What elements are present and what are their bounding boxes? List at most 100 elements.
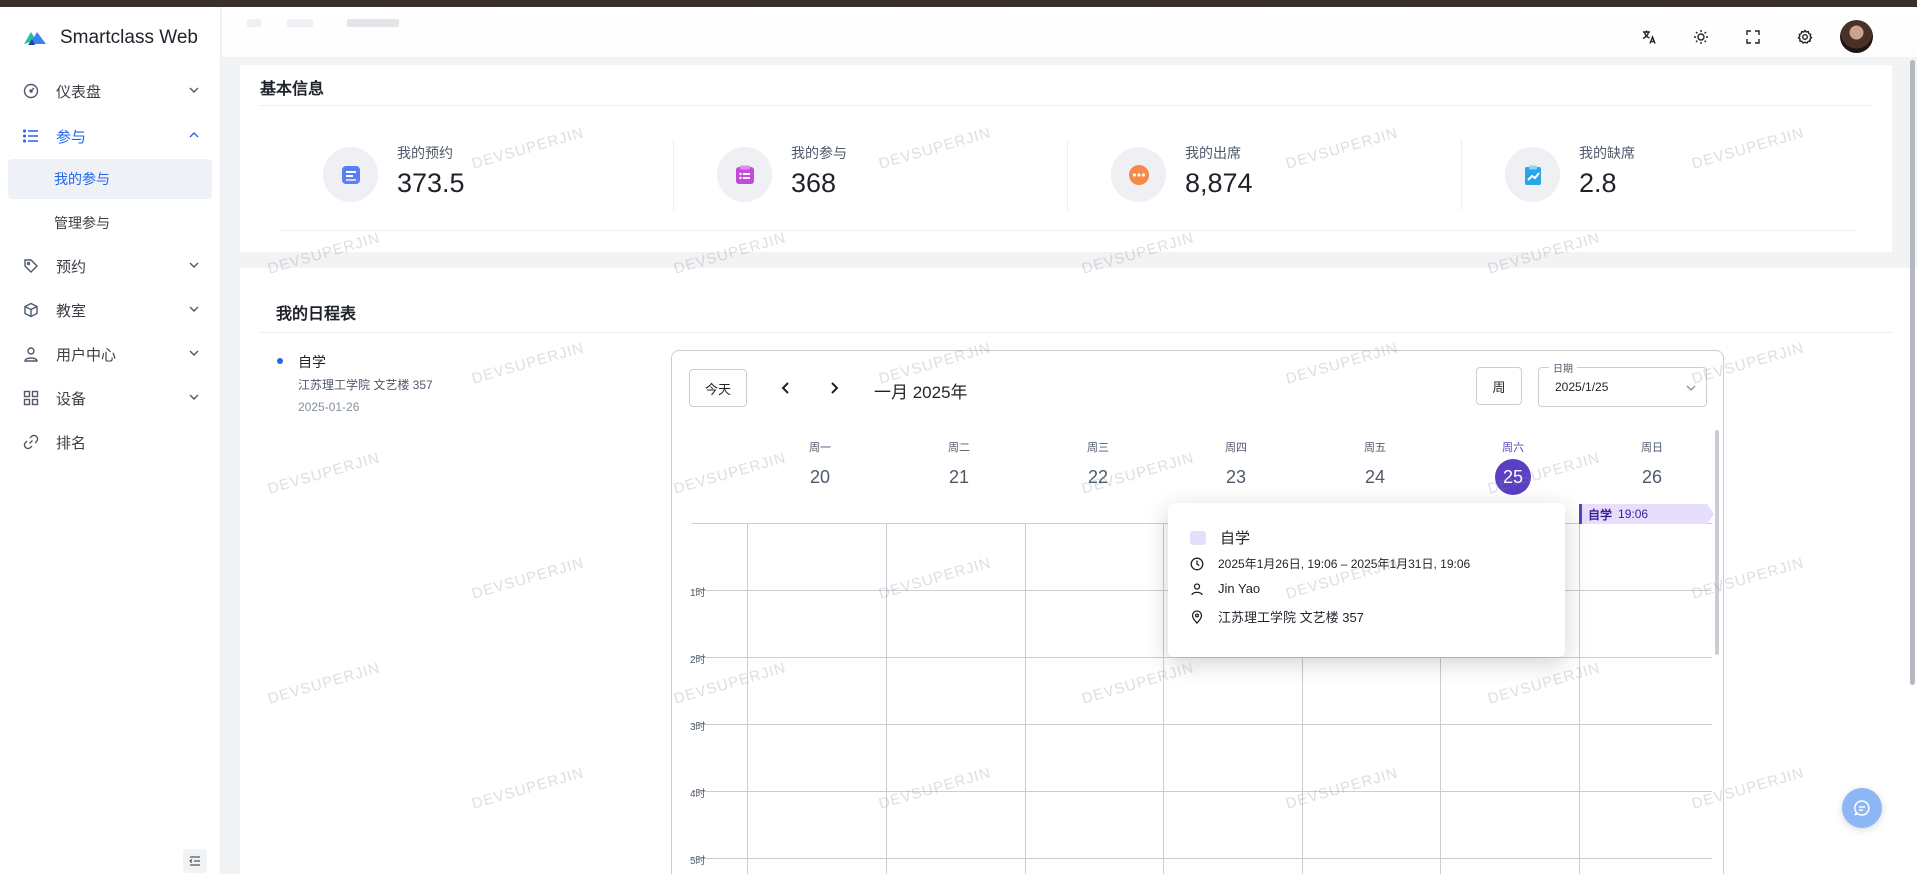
stat-value: 373.5 <box>397 168 465 198</box>
grid-line <box>886 523 887 874</box>
grid-line <box>1579 523 1580 874</box>
user-icon <box>22 345 40 363</box>
stat-value: 8,874 <box>1185 168 1253 198</box>
sidebar-item-label: 参与 <box>56 128 87 146</box>
popover-title: 自学 <box>1220 530 1251 547</box>
breadcrumb-parent[interactable] <box>287 19 313 27</box>
chevron-down-icon <box>189 350 199 356</box>
popover-person-row: Jin Yao <box>1190 581 1260 596</box>
participation-stat-icon <box>717 147 772 202</box>
date-picker[interactable]: 日期 2025/1/25 <box>1538 360 1707 407</box>
event-color-swatch <box>1190 530 1206 545</box>
app-logo[interactable]: Smartclass Web <box>22 27 198 49</box>
chevron-down-icon <box>189 394 199 400</box>
day-name: 周六 <box>1502 442 1524 454</box>
chat-fab-button[interactable] <box>1842 788 1882 828</box>
stat-divider <box>1067 140 1068 210</box>
day-header[interactable]: 周二 21 <box>890 439 1028 493</box>
popover-person: Jin Yao <box>1218 581 1261 596</box>
day-name: 周一 <box>809 442 831 454</box>
prev-week-button[interactable] <box>780 381 792 400</box>
card-title: 基本信息 <box>260 81 325 98</box>
page-scrollbar[interactable] <box>1910 60 1915 685</box>
dashboard-icon <box>22 82 40 100</box>
fullscreen-icon[interactable] <box>1742 26 1764 48</box>
chat-icon <box>1854 800 1870 816</box>
sidebar-item-ranking[interactable]: 排名 <box>8 423 212 461</box>
card-title: 我的日程表 <box>276 306 357 323</box>
day-header[interactable]: 周四 23 <box>1167 439 1305 493</box>
day-header-today[interactable]: 周六 25 <box>1444 439 1582 495</box>
next-week-button[interactable] <box>828 381 840 400</box>
grid-icon <box>22 389 40 407</box>
calendar-scrollbar[interactable] <box>1715 430 1719 655</box>
day-header[interactable]: 周三 22 <box>1029 439 1167 493</box>
chevron-down-icon <box>1686 385 1696 391</box>
sidebar-subitem-manage-participation[interactable]: 管理参与 <box>8 203 212 243</box>
event-chip-title: 自学 <box>1588 507 1613 522</box>
popover-location: 江苏理工学院 文艺楼 357 <box>1218 610 1364 625</box>
sidebar-subitem-label: 管理参与 <box>54 215 110 231</box>
day-header[interactable]: 周一 20 <box>751 439 889 493</box>
popover-time-range: 2025年1月26日, 19:06 – 2025年1月31日, 19:06 <box>1218 557 1471 571</box>
day-number: 20 <box>809 467 831 487</box>
day-header[interactable]: 周日 26 <box>1583 439 1721 493</box>
today-button[interactable]: 今天 <box>689 369 747 407</box>
location-pin-icon <box>1191 609 1203 624</box>
chevron-up-icon <box>189 132 199 138</box>
cube-icon <box>22 301 40 319</box>
sidebar-item-classroom[interactable]: 教室 <box>8 291 212 329</box>
day-number: 25 <box>1495 459 1531 495</box>
translate-icon[interactable] <box>1638 26 1660 48</box>
grid-line <box>692 724 1712 725</box>
sidebar-item-label: 用户中心 <box>56 346 117 364</box>
stat-my-absence: 我的缺席 2.8 <box>1505 140 1865 210</box>
stat-value: 368 <box>791 168 837 198</box>
event-popover: 自学 2025年1月26日, 19:06 – 2025年1月31日, 19:06… <box>1168 503 1565 657</box>
event-list-location: 江苏理工学院 文艺楼 357 <box>298 378 433 392</box>
day-header[interactable]: 周五 24 <box>1306 439 1444 493</box>
sidebar-item-equipment[interactable]: 设备 <box>8 379 212 417</box>
sidebar-item-dashboard[interactable]: 仪表盘 <box>8 72 212 110</box>
theme-icon[interactable] <box>1690 26 1712 48</box>
event-chip-time: 19:06 <box>1618 507 1649 521</box>
month-label: 一月 2025年 <box>874 383 968 402</box>
hour-label: 5时 <box>690 856 706 867</box>
day-name: 周三 <box>1087 442 1109 454</box>
window-top-bar <box>0 0 1917 7</box>
popover-time-row: 2025年1月26日, 19:06 – 2025年1月31日, 19:06 <box>1190 555 1470 572</box>
breadcrumb-current <box>347 19 399 27</box>
sidebar-item-reservation[interactable]: 预约 <box>8 247 212 285</box>
sidebar-item-label: 教室 <box>56 302 87 320</box>
sidebar-item-label: 排名 <box>56 434 87 452</box>
grid-line <box>692 791 1712 792</box>
day-name: 周二 <box>948 442 970 454</box>
grid-line <box>1163 523 1164 874</box>
sidebar-subitem-my-participation[interactable]: 我的参与 <box>8 159 212 199</box>
stat-divider <box>673 140 674 210</box>
stat-label: 我的参与 <box>791 145 847 161</box>
stat-label: 我的预约 <box>397 145 453 161</box>
chevron-left-icon <box>781 382 789 394</box>
sidebar-item-user-center[interactable]: 用户中心 <box>8 335 212 373</box>
settings-icon[interactable] <box>1794 26 1816 48</box>
date-field-label: 日期 <box>1549 360 1577 375</box>
grid-line <box>692 858 1712 859</box>
event-chip[interactable]: 自学 19:06 <box>1579 504 1714 524</box>
avatar[interactable] <box>1840 20 1873 53</box>
day-number: 24 <box>1364 467 1386 487</box>
event-dot <box>277 358 283 364</box>
stat-my-participation: 我的参与 368 <box>717 140 1077 210</box>
view-label: 周 <box>1492 379 1506 395</box>
tag-icon <box>22 257 40 275</box>
breadcrumb-home[interactable] <box>247 19 261 27</box>
app-name: Smartclass Web <box>60 27 198 48</box>
view-week-button[interactable]: 周 <box>1476 367 1522 405</box>
collapse-sidebar-button[interactable] <box>183 849 207 873</box>
event-list-title[interactable]: 自学 <box>298 352 326 372</box>
day-name: 周四 <box>1225 442 1247 454</box>
grid-line <box>1025 523 1026 874</box>
sidebar-item-participation[interactable]: 参与 <box>8 117 212 155</box>
hour-label: 3时 <box>690 722 706 733</box>
hour-label: 2时 <box>690 655 706 666</box>
